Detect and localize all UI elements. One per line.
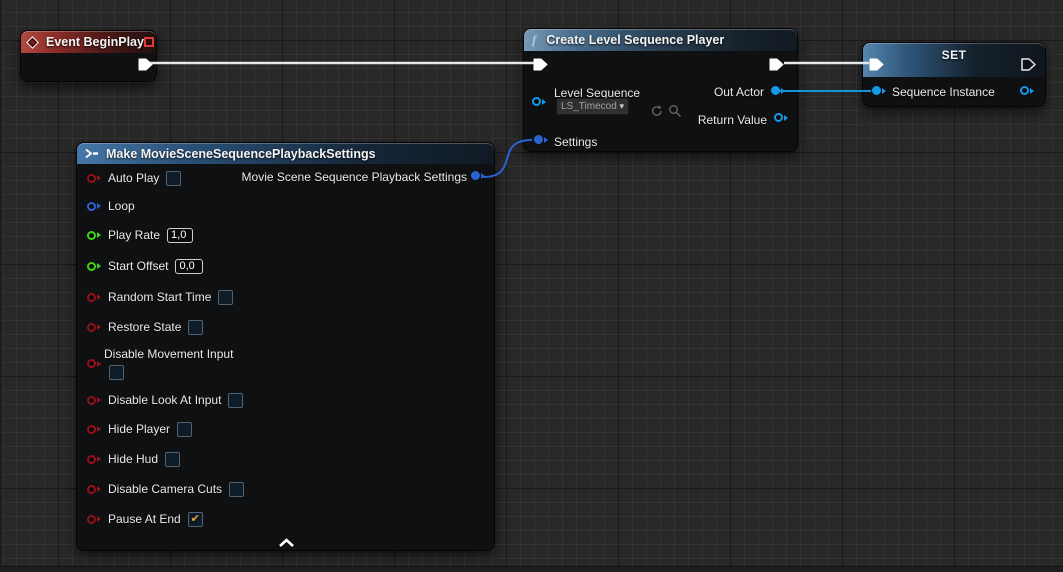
- sequence-instance-output-pin[interactable]: [1020, 86, 1029, 95]
- pin-row-play-rate: Play Rate: [87, 226, 193, 244]
- auto-play-label: Auto Play: [108, 171, 159, 185]
- hide-hud-pin[interactable]: [87, 455, 96, 464]
- pin-row-hide-hud: Hide Hud: [87, 450, 180, 468]
- out-actor-label: Out Actor: [714, 85, 764, 99]
- auto-play-checkbox[interactable]: [166, 171, 181, 186]
- restore-state-label: Restore State: [108, 320, 181, 334]
- hide-hud-checkbox[interactable]: [165, 452, 180, 467]
- exec-output-pin[interactable]: [769, 58, 784, 71]
- hide-hud-label: Hide Hud: [108, 452, 158, 466]
- random-start-time-checkbox[interactable]: [218, 290, 233, 305]
- disable-movement-input-checkbox[interactable]: [109, 365, 124, 380]
- pause-at-end-checkbox[interactable]: ✔: [188, 512, 203, 527]
- loop-label: Loop: [108, 199, 135, 213]
- use-selected-asset-icon[interactable]: [650, 104, 664, 118]
- pin-row-random-start-time: Random Start Time: [87, 288, 233, 306]
- output-struct-pin[interactable]: [471, 171, 480, 180]
- viewport-left-edge: [0, 0, 2, 572]
- hide-player-pin[interactable]: [87, 425, 96, 434]
- node-header[interactable]: Event BeginPlay: [21, 31, 156, 53]
- pin-row-disable-camera-cuts: Disable Camera Cuts: [87, 480, 244, 498]
- settings-label: Settings: [554, 135, 597, 149]
- make-struct-icon: [84, 148, 99, 159]
- level-sequence-asset-dropdown[interactable]: LS_TimecodePr ▾: [556, 98, 629, 115]
- function-icon: f: [532, 32, 536, 48]
- node-event-beginplay[interactable]: Event BeginPlay: [20, 30, 157, 82]
- pin-row-disable-look-at-input: Disable Look At Input: [87, 391, 243, 409]
- auto-play-pin[interactable]: [87, 174, 96, 183]
- pause-at-end-label: Pause At End: [108, 512, 181, 526]
- viewport-bottom-edge: [0, 566, 1063, 572]
- pin-row-restore-state: Restore State: [87, 318, 203, 336]
- disable-look-at-input-checkbox[interactable]: [228, 393, 243, 408]
- node-set-sequence-instance[interactable]: SET Sequence Instance: [862, 42, 1046, 107]
- play-rate-pin[interactable]: [87, 231, 96, 240]
- pin-row-hide-player: Hide Player: [87, 420, 192, 438]
- sequence-instance-label: Sequence Instance: [892, 85, 995, 99]
- disable-camera-cuts-checkbox[interactable]: [229, 482, 244, 497]
- delegate-pin-icon[interactable]: [144, 37, 154, 47]
- disable-movement-input-pin[interactable]: [87, 359, 96, 368]
- sequence-instance-input-pin[interactable]: [872, 86, 881, 95]
- out-actor-output-pin[interactable]: [771, 86, 780, 95]
- node-title: Event BeginPlay: [46, 35, 144, 49]
- pin-row-pause-at-end: Pause At End ✔: [87, 510, 203, 528]
- exec-input-pin[interactable]: [869, 58, 884, 71]
- pin-row-disable-movement-input: Disable Movement Input: [87, 346, 307, 382]
- hide-player-checkbox[interactable]: [177, 422, 192, 437]
- collapse-node-chevron-icon[interactable]: [278, 538, 295, 548]
- exec-output-pin[interactable]: [1021, 58, 1036, 71]
- pin-row-loop: Loop: [87, 197, 135, 215]
- node-title: SET: [863, 48, 1045, 62]
- disable-camera-cuts-label: Disable Camera Cuts: [108, 482, 222, 496]
- start-offset-pin[interactable]: [87, 262, 96, 271]
- node-title: Create Level Sequence Player: [546, 33, 724, 47]
- restore-state-pin[interactable]: [87, 323, 96, 332]
- level-sequence-input-pin[interactable]: [532, 97, 541, 106]
- node-header[interactable]: Make MovieSceneSequencePlaybackSettings: [77, 143, 494, 164]
- node-create-level-sequence-player[interactable]: f Create Level Sequence Player Level Seq…: [523, 28, 798, 152]
- restore-state-checkbox[interactable]: [188, 320, 203, 335]
- exec-input-pin[interactable]: [533, 58, 548, 71]
- start-offset-field[interactable]: [175, 259, 203, 274]
- random-start-time-label: Random Start Time: [108, 290, 211, 304]
- node-header[interactable]: f Create Level Sequence Player: [524, 29, 797, 51]
- chevron-down-icon: ▾: [619, 101, 624, 112]
- hide-player-label: Hide Player: [108, 422, 170, 436]
- settings-input-pin[interactable]: [534, 135, 543, 144]
- play-rate-label: Play Rate: [108, 228, 160, 242]
- disable-look-at-input-pin[interactable]: [87, 396, 96, 405]
- exec-output-pin[interactable]: [138, 58, 153, 71]
- node-make-playback-settings[interactable]: Make MovieSceneSequencePlaybackSettings …: [76, 142, 495, 551]
- loop-pin[interactable]: [87, 202, 96, 211]
- random-start-time-pin[interactable]: [87, 293, 96, 302]
- disable-look-at-input-label: Disable Look At Input: [108, 393, 221, 407]
- blueprint-graph-canvas[interactable]: Event BeginPlay f Create Level Sequence …: [0, 0, 1063, 572]
- pause-at-end-pin[interactable]: [87, 515, 96, 524]
- pin-row-auto-play: Auto Play: [87, 169, 181, 187]
- disable-camera-cuts-pin[interactable]: [87, 485, 96, 494]
- node-title: Make MovieSceneSequencePlaybackSettings: [106, 147, 376, 161]
- asset-dropdown-value: LS_TimecodePr: [561, 101, 617, 112]
- return-value-label: Return Value: [698, 113, 767, 127]
- output-struct-label: Movie Scene Sequence Playback Settings: [242, 170, 467, 184]
- play-rate-field[interactable]: [167, 228, 193, 243]
- return-value-output-pin[interactable]: [774, 113, 783, 122]
- event-icon: [26, 36, 39, 49]
- disable-movement-input-label: Disable Movement Input: [104, 347, 233, 361]
- pin-row-start-offset: Start Offset: [87, 257, 203, 275]
- start-offset-label: Start Offset: [108, 259, 168, 273]
- browse-asset-icon[interactable]: [668, 104, 682, 118]
